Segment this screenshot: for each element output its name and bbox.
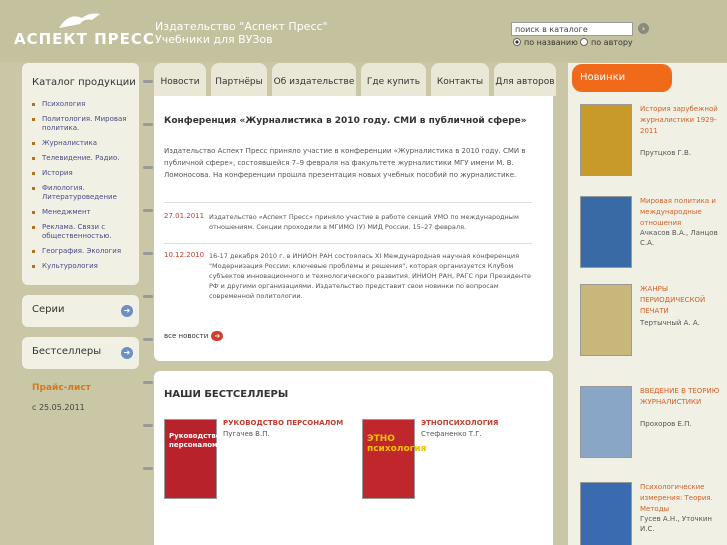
sidebar: Каталог продукции Психология Политология… bbox=[22, 63, 139, 545]
news-body: Издательство Аспект Пресс приняло участи… bbox=[164, 147, 526, 179]
news-date: 27.01.2011 bbox=[164, 212, 205, 220]
arrow-right-icon[interactable]: ➜ bbox=[121, 305, 133, 317]
radio-by-name[interactable]: по названию bbox=[513, 38, 578, 47]
book-author: Прохоров Е.П. bbox=[640, 420, 692, 428]
catalog-list: Психология Политология. Мировая политика… bbox=[32, 100, 139, 271]
search-input[interactable] bbox=[511, 22, 633, 36]
book-title[interactable]: РУКОВОДСТВО ПЕРСОНАЛОМ bbox=[223, 419, 343, 427]
catalog-item[interactable]: Реклама. Связи с общественностью. bbox=[32, 223, 139, 241]
book-author: Стефаненко Т.Г. bbox=[421, 430, 482, 438]
bestsellers-title: НАШИ БЕСТСЕЛЛЕРЫ bbox=[164, 389, 289, 400]
tab-bar: Новости Партнёры Об издательстве Где куп… bbox=[154, 63, 564, 96]
book-cover[interactable] bbox=[580, 386, 632, 458]
book-title[interactable]: ЖАНРЫ ПЕРИОДИЧЕСКОЙ ПЕЧАТИ bbox=[640, 284, 720, 317]
divider bbox=[164, 202, 532, 203]
news-title[interactable]: Конференция «Журналистика в 2010 году. С… bbox=[164, 116, 527, 126]
tab-about[interactable]: Об издательстве bbox=[272, 63, 356, 96]
book-author: Гусев А.Н., Уточкин И.С. bbox=[640, 515, 712, 533]
price-date: с 25.05.2011 bbox=[32, 403, 85, 412]
catalog-item[interactable]: Филология. Литературоведение bbox=[32, 184, 139, 202]
logo-text: АСПЕКТ ПРЕСС bbox=[14, 30, 155, 48]
all-news-label: все новости bbox=[164, 332, 209, 340]
tagline-line1: Издательство "Аспект Пресс" bbox=[155, 20, 328, 33]
tab-partners[interactable]: Партнёры bbox=[211, 63, 267, 96]
ring-icon bbox=[143, 209, 153, 212]
book-title[interactable]: Мировая политика и международные отношен… bbox=[640, 196, 720, 229]
ring-icon bbox=[143, 467, 153, 470]
news-item-text[interactable]: Издательство «Аспект Пресс» приняло учас… bbox=[209, 212, 539, 232]
book-author: Пугачев В.П. bbox=[223, 430, 270, 438]
tab-for-authors[interactable]: Для авторов bbox=[494, 63, 556, 96]
catalog-title: Каталог продукции bbox=[32, 77, 136, 88]
radio-dot-on-icon bbox=[513, 38, 521, 46]
ring-icon bbox=[143, 80, 153, 83]
series-label: Серии bbox=[32, 304, 65, 315]
catalog-item[interactable]: География. Экология bbox=[32, 247, 139, 256]
catalog-item[interactable]: Журналистика bbox=[32, 139, 139, 148]
arrow-right-icon[interactable]: ➜ bbox=[121, 347, 133, 359]
ring-icon bbox=[143, 295, 153, 298]
price-list-link[interactable]: Прайс-лист bbox=[32, 383, 129, 393]
all-news-link[interactable]: все новости ➜ bbox=[164, 331, 224, 341]
ring-icon bbox=[143, 381, 153, 384]
book-cover[interactable]: Руководство персоналом bbox=[164, 419, 221, 499]
notebook-rings bbox=[143, 80, 153, 510]
radio-dot-off-icon bbox=[580, 38, 588, 46]
tagline-line2: Учебники для ВУЗов bbox=[155, 33, 273, 46]
tagline: Издательство "Аспект Пресс" Учебники для… bbox=[155, 20, 328, 46]
book-cover[interactable] bbox=[580, 482, 632, 545]
divider bbox=[164, 243, 532, 244]
logo[interactable]: АСПЕКТ ПРЕСС bbox=[14, 10, 154, 48]
catalog-item[interactable]: Политология. Мировая политика. bbox=[32, 115, 139, 133]
catalog-item[interactable]: Менеджмент bbox=[32, 208, 139, 217]
news-item-text[interactable]: 16-17 декабря 2010 г. в ИНИОН РАН состоя… bbox=[209, 251, 539, 301]
cover-title: Руководство персоналом bbox=[169, 432, 221, 449]
logo-runner-icon bbox=[59, 13, 100, 28]
catalog-item[interactable]: Психология bbox=[32, 100, 139, 109]
book-cover[interactable] bbox=[580, 104, 632, 176]
ring-icon bbox=[143, 424, 153, 427]
catalog-item[interactable]: Телевидение. Радио. bbox=[32, 154, 139, 163]
search-go-icon[interactable]: › bbox=[638, 23, 649, 34]
radio-by-author[interactable]: по автору bbox=[580, 38, 633, 47]
book-title[interactable]: ЭТНОПСИХОЛОГИЯ bbox=[421, 419, 498, 427]
catalog-item[interactable]: История bbox=[32, 169, 139, 178]
book-title[interactable]: История зарубежной журналистики 1929-201… bbox=[640, 104, 720, 137]
book-cover[interactable] bbox=[580, 196, 632, 268]
tab-contacts[interactable]: Контакты bbox=[431, 63, 489, 96]
book-cover[interactable]: ЭТНО психология bbox=[362, 419, 427, 499]
ring-icon bbox=[143, 166, 153, 169]
book-title[interactable]: Психологические измерения: Теория. Метод… bbox=[640, 482, 720, 515]
news-date: 10.12.2010 bbox=[164, 251, 205, 259]
book-author: Прутцков Г.В. bbox=[640, 149, 692, 157]
ring-icon bbox=[143, 252, 153, 255]
bestsellers-label: Бестселлеры bbox=[32, 346, 102, 357]
ring-icon bbox=[143, 338, 153, 341]
new-books-tab[interactable]: Новинки bbox=[572, 64, 672, 92]
book-author: Ачкасов В.А., Ланцов С.А. bbox=[640, 229, 718, 247]
arrow-right-icon: ➜ bbox=[211, 331, 224, 341]
tab-news[interactable]: Новости bbox=[154, 63, 206, 96]
tab-where-to-buy[interactable]: Где купить bbox=[361, 63, 426, 96]
book-cover[interactable] bbox=[580, 284, 632, 356]
book-author: Тертычный А. А. bbox=[640, 319, 700, 327]
cover-title: ЭТНО психология bbox=[367, 434, 427, 454]
header: АСПЕКТ ПРЕСС Издательство "Аспект Пресс"… bbox=[0, 0, 727, 62]
book-title[interactable]: ВВЕДЕНИЕ В ТЕОРИЮ ЖУРНАЛИСТИКИ bbox=[640, 386, 720, 408]
radio-label: по названию bbox=[524, 38, 578, 47]
bestsellers-link[interactable]: Бестселлеры ➜ bbox=[22, 337, 139, 369]
radio-label: по автору bbox=[591, 38, 633, 47]
series-link[interactable]: Серии ➜ bbox=[22, 295, 139, 327]
catalog-item[interactable]: Культурология bbox=[32, 262, 139, 271]
catalog-block: Каталог продукции Психология Политология… bbox=[22, 63, 139, 285]
price-list-block: Прайс-лист с 25.05.2011 bbox=[22, 375, 139, 420]
ring-icon bbox=[143, 123, 153, 126]
